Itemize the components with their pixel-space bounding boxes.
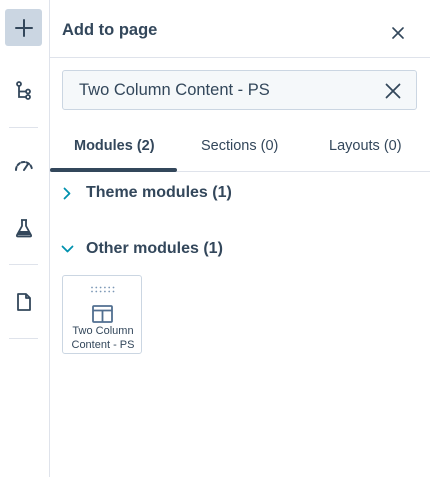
close-icon bbox=[392, 27, 404, 39]
clear-search-button[interactable] bbox=[383, 81, 403, 101]
rail-divider bbox=[9, 264, 38, 265]
active-tab-indicator bbox=[50, 168, 177, 172]
two-column-layout-icon bbox=[92, 305, 113, 323]
left-sidebar-rail bbox=[0, 0, 50, 477]
rail-divider bbox=[9, 338, 38, 339]
document-icon bbox=[16, 292, 31, 311]
clear-icon bbox=[385, 83, 401, 99]
drag-handle-icon[interactable] bbox=[90, 286, 115, 293]
flask-icon bbox=[15, 218, 32, 237]
add-button[interactable] bbox=[5, 9, 42, 46]
group-label: Theme modules (1) bbox=[86, 184, 232, 201]
panel-title: Add to page bbox=[62, 21, 158, 39]
optimize-button[interactable] bbox=[5, 146, 42, 183]
test-button[interactable] bbox=[5, 209, 42, 246]
tab-sections[interactable]: Sections (0) bbox=[201, 138, 278, 154]
theme-modules-group-toggle[interactable]: Theme modules (1) bbox=[60, 180, 232, 206]
panel-header: Add to page bbox=[50, 0, 430, 58]
search-input[interactable] bbox=[79, 79, 369, 101]
add-icon bbox=[14, 18, 33, 37]
search-field bbox=[62, 70, 417, 110]
module-card[interactable]: Two Column Content - PS bbox=[62, 275, 142, 354]
chevron-right-icon bbox=[60, 186, 74, 200]
tab-modules[interactable]: Modules (2) bbox=[74, 138, 155, 154]
close-button[interactable] bbox=[388, 23, 408, 43]
tab-layouts[interactable]: Layouts (0) bbox=[329, 138, 402, 154]
add-to-page-panel: Add to page Modules (2) Sections (0) Lay… bbox=[50, 0, 430, 477]
gauge-icon bbox=[14, 160, 33, 171]
page-structure-button[interactable] bbox=[5, 72, 42, 109]
chevron-down-icon bbox=[60, 242, 74, 256]
page-settings-button[interactable] bbox=[5, 283, 42, 320]
other-modules-group-toggle[interactable]: Other modules (1) bbox=[60, 236, 223, 262]
rail-divider bbox=[9, 127, 38, 128]
group-label: Other modules (1) bbox=[86, 240, 223, 257]
tab-bar: Modules (2) Sections (0) Layouts (0) bbox=[50, 121, 430, 172]
tree-icon bbox=[15, 80, 31, 100]
module-label: Two Column Content - PS bbox=[71, 325, 135, 351]
